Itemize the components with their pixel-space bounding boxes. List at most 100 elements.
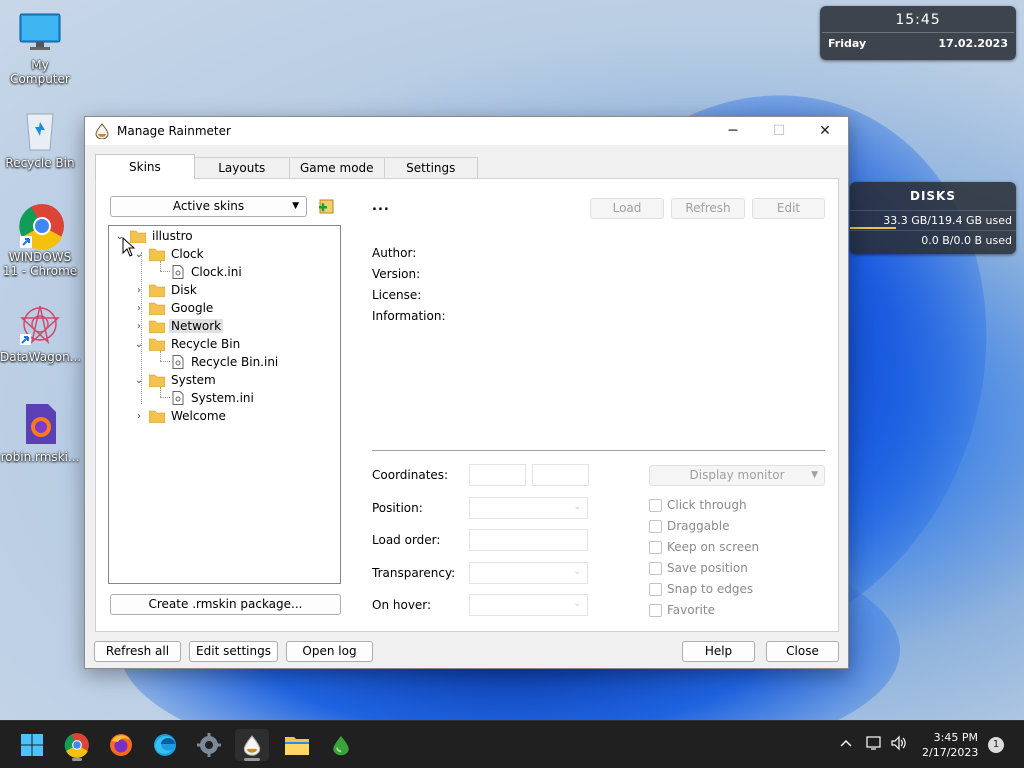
checkbox-box[interactable]: [649, 498, 662, 512]
recycle-bin-icon: [18, 108, 62, 152]
checkbox-box[interactable]: [649, 603, 662, 617]
disk-widget[interactable]: DISKS 33.3 GB/119.4 GB used 0.0 B/0.0 B …: [850, 182, 1016, 254]
tree-node-recycle-bin-ini[interactable]: Recycle Bin.ini: [172, 353, 280, 371]
load-order-input[interactable]: [469, 529, 588, 551]
favorite-checkbox[interactable]: Favorite: [649, 603, 715, 617]
title-bar[interactable]: Manage Rainmeter ─ ☐ ✕: [85, 117, 848, 145]
save-position-checkbox[interactable]: Save position: [649, 561, 748, 575]
start-icon[interactable]: [15, 729, 49, 761]
tree-node-network[interactable]: › Network: [134, 317, 224, 335]
droplet-app-icon[interactable]: [324, 729, 358, 761]
desktop-icon-chrome[interactable]: WINDOWS 11 - Chrome: [0, 202, 80, 278]
close-button[interactable]: Close: [766, 641, 839, 662]
edit-button[interactable]: Edit: [752, 198, 825, 219]
desktop-icon-rmskin[interactable]: robin.rmski...: [0, 402, 80, 464]
divider: [372, 450, 825, 451]
desktop-icon-datawagon[interactable]: DataWagon...: [0, 302, 81, 364]
coordinate-x-input[interactable]: [469, 464, 526, 486]
tree-node-clock[interactable]: ⌄ Clock: [134, 245, 206, 263]
display-monitor-button[interactable]: Display monitor ▼: [649, 465, 825, 486]
checkbox-box[interactable]: [649, 561, 662, 575]
tree-connector: [160, 361, 170, 362]
maximize-button[interactable]: ☐: [756, 117, 802, 145]
on-hover-select[interactable]: ⌄: [469, 594, 588, 616]
tree-node-system-ini[interactable]: System.ini: [172, 389, 256, 407]
open-log-button[interactable]: Open log: [286, 641, 373, 662]
window-title: Manage Rainmeter: [117, 124, 231, 138]
firefox-icon[interactable]: [104, 729, 138, 761]
chevron-down-icon: ⌄: [573, 599, 581, 609]
position-label: Position:: [372, 501, 423, 515]
tab-game-mode[interactable]: Game mode: [288, 157, 385, 179]
tray-date: 2/17/2023: [922, 746, 979, 759]
chevron-up-icon[interactable]: [838, 735, 854, 754]
add-skin-icon[interactable]: [318, 197, 336, 215]
create-rmskin-package-button[interactable]: Create .rmskin package...: [110, 594, 341, 615]
tab-settings[interactable]: Settings: [383, 157, 478, 179]
active-skins-label: Active skins: [172, 199, 245, 213]
click-through-checkbox[interactable]: Click through: [649, 498, 747, 512]
load-button[interactable]: Load: [590, 198, 664, 219]
volume-icon[interactable]: [890, 735, 908, 754]
edge-icon[interactable]: [148, 729, 182, 761]
skins-tree[interactable]: ⌄ illustro ⌄ Clock Clock.ini › Disk › Go…: [108, 225, 341, 584]
rainmeter-icon: [95, 123, 109, 139]
help-button[interactable]: Help: [682, 641, 755, 662]
file-explorer-icon[interactable]: [280, 729, 314, 761]
desktop-icon-my-computer[interactable]: My Computer: [0, 10, 80, 86]
tree-node-google[interactable]: › Google: [134, 299, 215, 317]
tree-node-system[interactable]: ⌄ System: [134, 371, 218, 389]
keep-on-screen-checkbox[interactable]: Keep on screen: [649, 540, 759, 554]
tree-node-recycle-bin[interactable]: ⌄ Recycle Bin: [134, 335, 242, 353]
chevron-down-icon: ⌄: [573, 567, 581, 577]
clock-time: 15:45: [895, 12, 941, 28]
tray-clock[interactable]: 3:45 PM 2/17/2023: [922, 730, 978, 760]
draggable-checkbox[interactable]: Draggable: [649, 519, 729, 533]
tree-node-label: Clock: [171, 247, 204, 261]
tray-time: 3:45 PM: [933, 731, 978, 744]
network-icon[interactable]: [865, 735, 883, 754]
checkbox-label: Keep on screen: [667, 540, 760, 554]
transparency-select[interactable]: ⌄: [469, 562, 588, 584]
desktop-icon-recycle-bin[interactable]: Recycle Bin: [0, 108, 80, 170]
tree-node-label: System.ini: [191, 391, 254, 405]
settings-icon[interactable]: [192, 729, 226, 761]
folder-icon: [149, 302, 165, 315]
chevron-right-icon[interactable]: ›: [134, 321, 144, 332]
tree-node-disk[interactable]: › Disk: [134, 281, 199, 299]
edit-settings-button[interactable]: Edit settings: [189, 641, 278, 662]
checkbox-box[interactable]: [649, 540, 662, 554]
chevron-down-icon[interactable]: ⌄: [134, 339, 144, 350]
chevron-right-icon[interactable]: ›: [134, 303, 144, 314]
chevron-right-icon[interactable]: ›: [134, 285, 144, 296]
close-window-button[interactable]: ✕: [802, 117, 848, 145]
notification-badge[interactable]: 1: [988, 737, 1004, 753]
running-indicator: [244, 758, 260, 761]
position-select[interactable]: ⌄: [469, 497, 588, 519]
tree-node-label: Welcome: [171, 409, 226, 423]
minimize-button[interactable]: ─: [710, 117, 756, 145]
clock-widget[interactable]: 15:45 Friday 17.02.2023: [820, 6, 1016, 60]
coordinate-y-input[interactable]: [532, 464, 589, 486]
tab-layouts[interactable]: Layouts: [193, 157, 290, 179]
tree-node-label: Clock.ini: [191, 265, 242, 279]
tree-node-clock-ini[interactable]: Clock.ini: [172, 263, 244, 281]
taskbar: 3:45 PM 2/17/2023 1: [0, 720, 1024, 768]
snap-to-edges-checkbox[interactable]: Snap to edges: [649, 582, 753, 596]
tab-skins[interactable]: Skins: [95, 154, 195, 179]
chevron-down-icon: ⌄: [573, 502, 581, 512]
chevron-right-icon[interactable]: ›: [134, 411, 144, 422]
tree-connector: [160, 271, 170, 272]
tree-node-welcome[interactable]: › Welcome: [134, 407, 228, 425]
chevron-down-icon[interactable]: ⌄: [134, 375, 144, 386]
refresh-all-button[interactable]: Refresh all: [94, 641, 181, 662]
checkbox-box[interactable]: [649, 519, 662, 533]
chrome-icon[interactable]: [60, 729, 94, 761]
refresh-button[interactable]: Refresh: [671, 198, 745, 219]
license-label: License:: [372, 288, 422, 302]
active-skins-dropdown[interactable]: Active skins ▼: [110, 196, 307, 217]
folder-icon: [149, 410, 165, 423]
rainmeter-icon[interactable]: [235, 729, 269, 761]
checkbox-box[interactable]: [649, 582, 662, 596]
ini-file-icon: [172, 355, 184, 369]
